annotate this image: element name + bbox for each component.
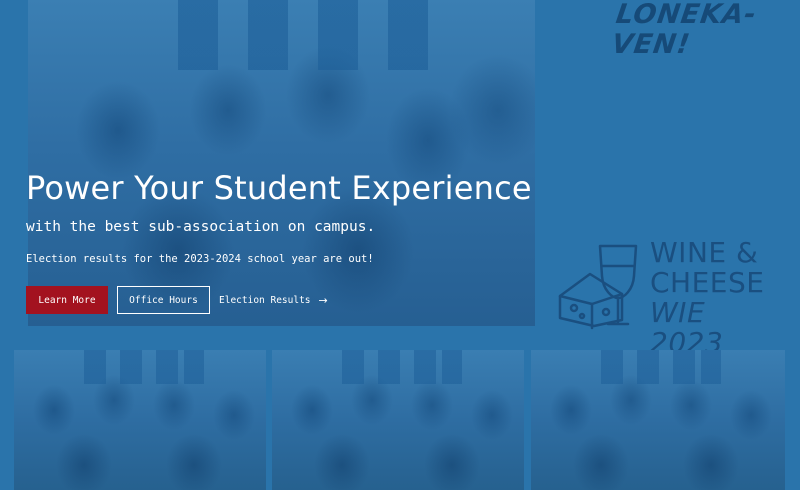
hero-subtitle: with the best sub-association on campus. bbox=[26, 219, 376, 235]
wine-cheese-text: WINE & CHEESE WIE 2023 bbox=[650, 238, 786, 358]
election-announcement: Election results for the 2023-2024 schoo… bbox=[26, 253, 374, 265]
election-results-label: Election Results bbox=[219, 294, 311, 306]
learn-more-label: Learn More bbox=[38, 294, 96, 306]
gallery-photo-1 bbox=[14, 350, 266, 490]
office-hours-button[interactable]: Office Hours bbox=[117, 286, 210, 314]
wine-cheese-icon bbox=[558, 244, 638, 330]
gallery-photo-2 bbox=[272, 350, 524, 490]
learn-more-button[interactable]: Learn More bbox=[26, 286, 108, 314]
gallery-photo-3 bbox=[531, 350, 785, 490]
wine-line-3: WIE 2023 bbox=[650, 296, 724, 359]
wine-line-1: WINE & bbox=[650, 236, 759, 269]
hero-group-photo bbox=[28, 0, 535, 326]
election-results-link[interactable]: Election Results → bbox=[219, 286, 329, 314]
brand-logo: LONEKA-VEN! bbox=[609, 0, 759, 60]
wine-line-2: CHEESE bbox=[650, 266, 765, 299]
wine-cheese-logo: WINE & CHEESE WIE 2023 bbox=[556, 238, 786, 358]
hero-title: Power Your Student Experience bbox=[26, 169, 532, 207]
office-hours-label: Office Hours bbox=[129, 294, 198, 306]
arrow-right-icon: → bbox=[318, 293, 328, 307]
